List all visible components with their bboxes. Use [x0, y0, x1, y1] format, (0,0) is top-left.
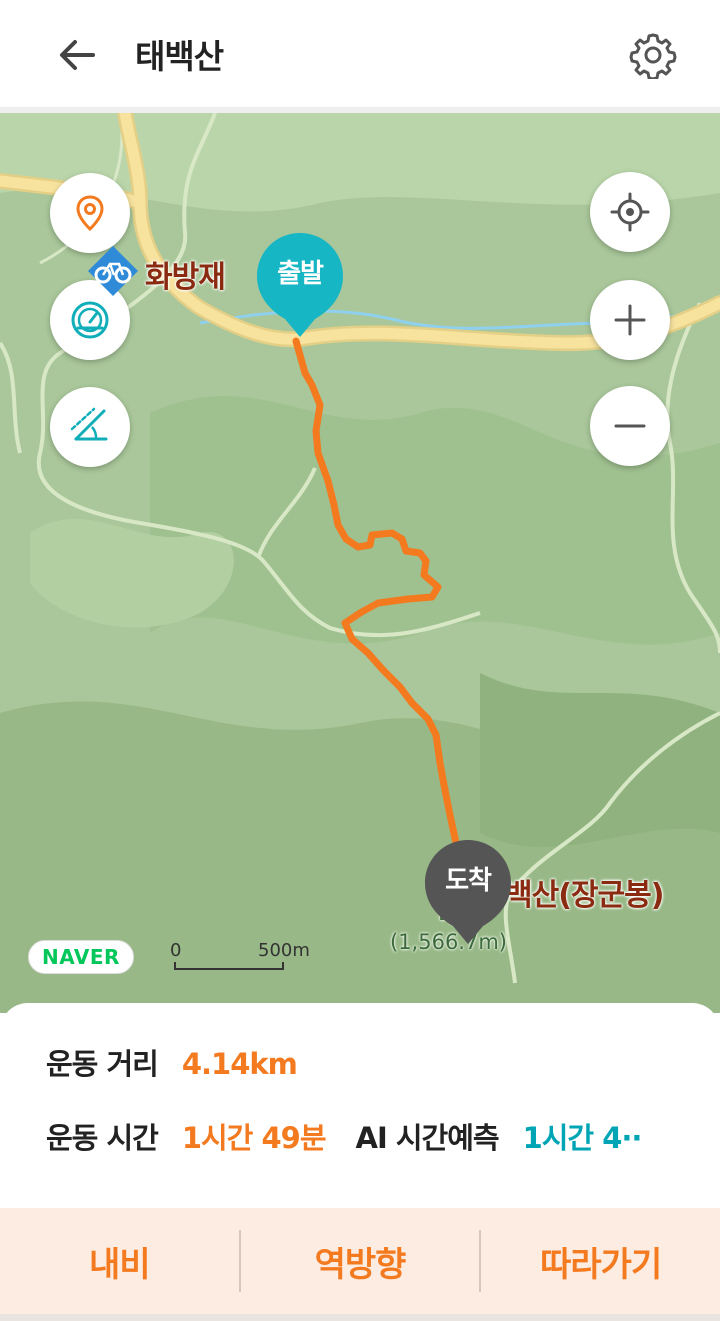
plus-icon — [614, 304, 646, 336]
back-button[interactable] — [50, 28, 104, 82]
place-label-peak[interactable]: 백산(장군봉) — [505, 870, 664, 914]
page-title: 태백산 — [135, 37, 224, 76]
crosshair-icon — [610, 192, 650, 232]
scale-bar — [174, 962, 284, 970]
navigation-button[interactable]: 내비 — [0, 1208, 239, 1314]
bottom-action-bar: 내비 역방향 따라가기 — [0, 1208, 720, 1314]
map-scale: 0 500m — [170, 940, 310, 974]
zoom-out-button[interactable] — [590, 386, 670, 466]
reverse-direction-button[interactable]: 역방향 — [241, 1208, 480, 1314]
my-location-button[interactable] — [590, 172, 670, 252]
distance-label: 운동 거리 — [46, 1047, 159, 1081]
zoom-in-button[interactable] — [590, 280, 670, 360]
end-pin[interactable]: 도착 — [423, 838, 513, 948]
settings-button[interactable] — [626, 28, 680, 82]
place-label-pass[interactable]: 화방재 — [145, 252, 226, 296]
gear-icon — [629, 33, 677, 79]
end-pin-label: 도착 — [445, 866, 492, 896]
ai-prediction-label: AI 시간예측 — [355, 1121, 500, 1155]
map-view[interactable]: 화방재 백산(장군봉) 태 (1,566.7m) 출발 도착 NAVER 0 5… — [0, 113, 720, 1013]
slope-angle-icon — [70, 407, 108, 441]
elevation-slope-button[interactable] — [50, 387, 130, 467]
start-pin[interactable]: 출발 — [255, 231, 345, 341]
stats-panel: 운동 거리 4.14km 운동 시간 1시간 49분 AI 시간예측 1시간 4… — [0, 1003, 720, 1208]
arrow-left-icon — [60, 40, 95, 70]
distance-row: 운동 거리 4.14km — [46, 1041, 327, 1083]
follow-route-button[interactable]: 따라가기 — [481, 1208, 720, 1314]
speedometer-icon — [71, 301, 109, 339]
scale-distance: 500m — [258, 940, 310, 961]
start-pin-label: 출발 — [277, 259, 324, 289]
distance-value: 4.14km — [181, 1047, 298, 1081]
time-label: 운동 시간 — [46, 1121, 159, 1155]
top-bar: 태백산 — [0, 0, 720, 107]
map-pin-icon — [76, 195, 104, 232]
naver-logo: NAVER — [28, 940, 134, 974]
bike-route-icon — [86, 244, 140, 298]
time-row: 운동 시간 1시간 49분 AI 시간예측 1시간 4·· — [46, 1115, 643, 1157]
place-marker-button[interactable] — [50, 173, 130, 253]
system-nav-strip — [0, 1314, 720, 1321]
time-value: 1시간 49분 — [181, 1121, 327, 1155]
ai-prediction-value: 1시간 4·· — [522, 1121, 643, 1155]
scale-zero: 0 — [170, 940, 182, 961]
minus-icon — [614, 424, 646, 428]
